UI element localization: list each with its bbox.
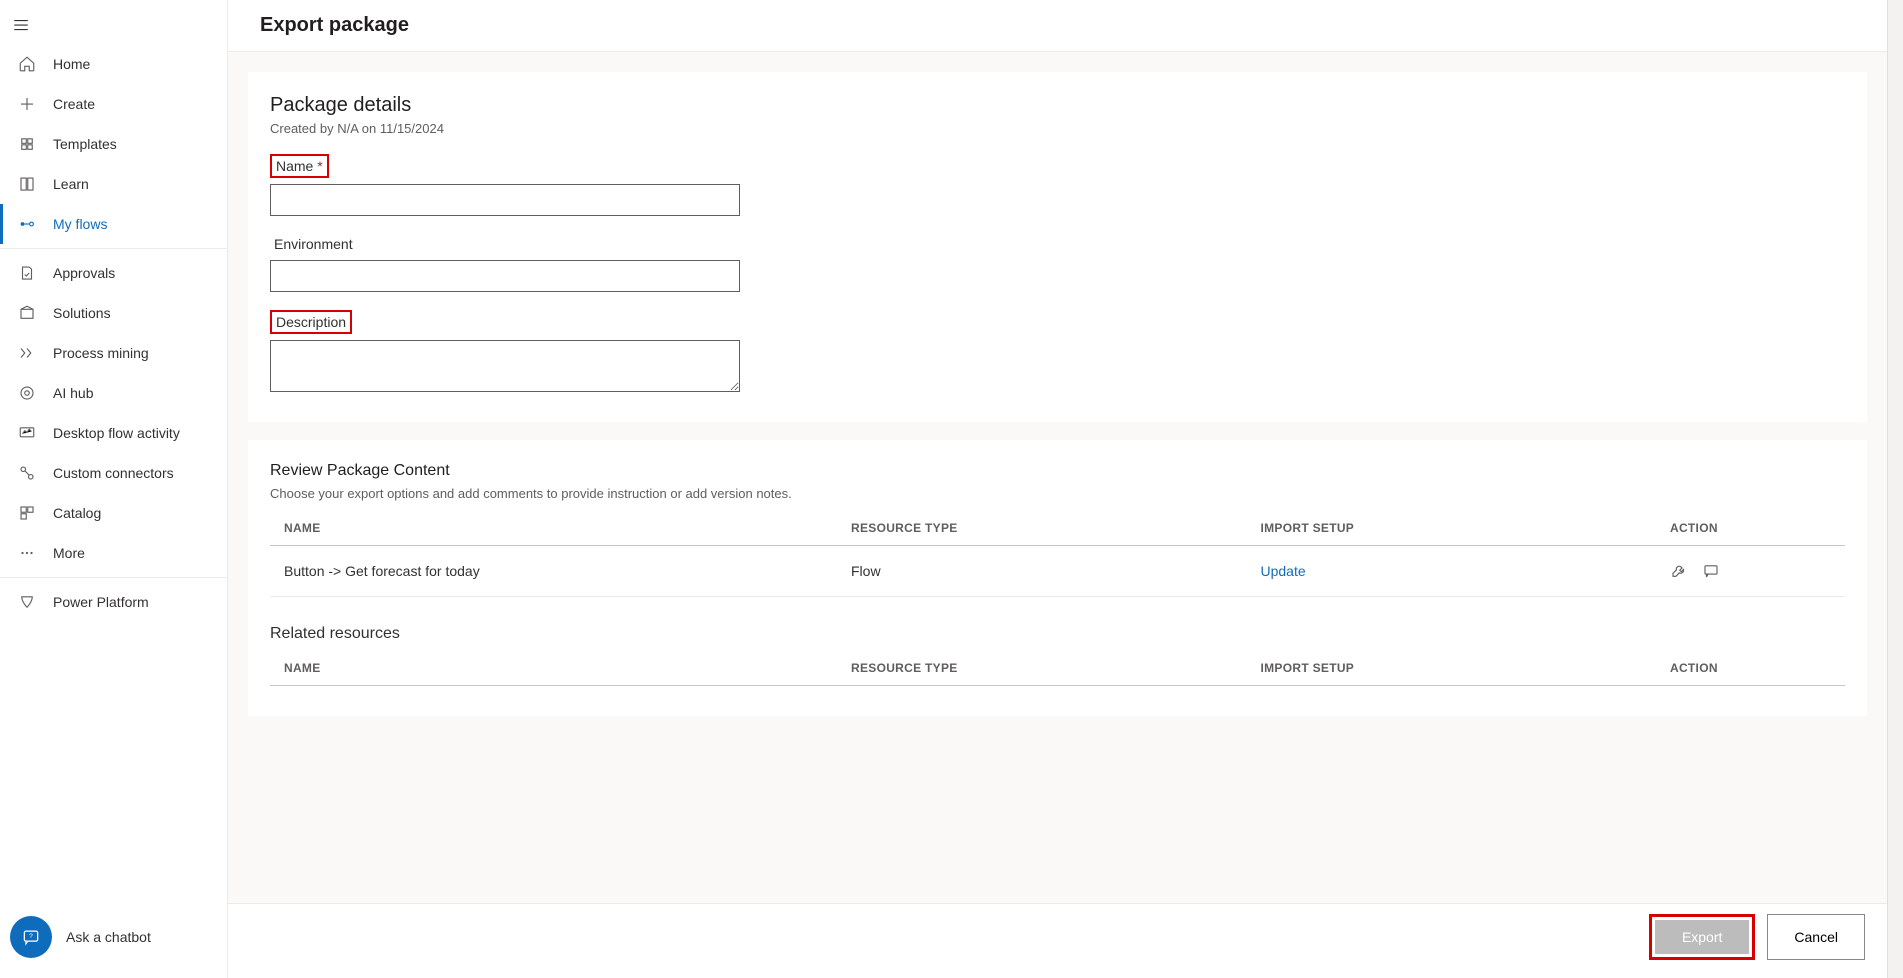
col-import-setup: IMPORT SETUP (1247, 651, 1657, 686)
templates-icon (17, 134, 37, 154)
review-table: NAME RESOURCE TYPE IMPORT SETUP ACTION B… (270, 511, 1845, 597)
catalog-icon (17, 503, 37, 523)
hamburger-menu-button[interactable] (0, 6, 227, 44)
environment-label: Environment (270, 234, 357, 254)
nav-divider (0, 577, 227, 578)
main: Export package Package details Created b… (228, 0, 1887, 978)
sidebar-item-process-mining[interactable]: Process mining (0, 333, 227, 373)
chatbot-button[interactable]: ? (10, 916, 52, 958)
related-table: NAME RESOURCE TYPE IMPORT SETUP ACTION (270, 651, 1845, 686)
sidebar-item-approvals[interactable]: Approvals (0, 253, 227, 293)
process-mining-icon (17, 343, 37, 363)
col-name: NAME (270, 651, 837, 686)
export-button[interactable]: Export (1655, 920, 1749, 954)
connectors-icon (17, 463, 37, 483)
chatbot-icon: ? (21, 927, 41, 947)
col-import-setup: IMPORT SETUP (1247, 511, 1657, 546)
page-title: Export package (228, 0, 1887, 52)
description-label: Description (270, 310, 352, 334)
scrollbar[interactable] (1887, 0, 1903, 978)
power-platform-icon (17, 592, 37, 612)
sidebar-item-solutions[interactable]: Solutions (0, 293, 227, 333)
nav-list: Approvals Solutions Process mining AI hu… (0, 253, 227, 573)
sidebar-item-power-platform[interactable]: Power Platform (0, 582, 227, 622)
col-action: ACTION (1656, 511, 1845, 546)
environment-field-group: Environment (270, 234, 1845, 292)
related-resources-title: Related resources (270, 625, 1845, 643)
sidebar-item-label: Templates (53, 136, 117, 152)
wrench-icon[interactable] (1670, 562, 1688, 580)
chatbot-label: Ask a chatbot (66, 929, 151, 945)
book-icon (17, 174, 37, 194)
flow-icon (17, 214, 37, 234)
ai-hub-icon (17, 383, 37, 403)
hamburger-icon (12, 16, 30, 34)
sidebar-item-label: Process mining (53, 345, 149, 361)
comment-icon[interactable] (1702, 562, 1720, 580)
sidebar-item-label: AI hub (53, 385, 93, 401)
cancel-button[interactable]: Cancel (1767, 914, 1865, 960)
export-button-highlight: Export (1649, 914, 1755, 960)
row-import-link[interactable]: Update (1261, 563, 1306, 579)
sidebar-item-label: Power Platform (53, 594, 149, 610)
sidebar-item-label: Desktop flow activity (53, 425, 180, 441)
chatbot-section: ? Ask a chatbot (0, 900, 227, 978)
sidebar-item-my-flows[interactable]: My flows (0, 204, 227, 244)
review-subtitle: Choose your export options and add comme… (270, 486, 1845, 501)
nav-divider (0, 248, 227, 249)
col-name: NAME (270, 511, 837, 546)
svg-text:?: ? (29, 933, 33, 940)
sidebar-item-desktop-flow-activity[interactable]: Desktop flow activity (0, 413, 227, 453)
nav-list: Power Platform (0, 582, 227, 622)
sidebar-item-label: Solutions (53, 305, 111, 321)
sidebar-item-label: More (53, 545, 85, 561)
sidebar-item-label: Catalog (53, 505, 101, 521)
sidebar-item-label: My flows (53, 216, 107, 232)
sidebar-item-learn[interactable]: Learn (0, 164, 227, 204)
description-field-group: Description (270, 310, 1845, 392)
footer: Export Cancel (228, 903, 1887, 978)
row-type: Flow (837, 546, 1247, 597)
sidebar-item-label: Create (53, 96, 95, 112)
sidebar-item-home[interactable]: Home (0, 44, 227, 84)
environment-input[interactable] (270, 260, 740, 292)
sidebar-item-templates[interactable]: Templates (0, 124, 227, 164)
name-label: Name * (270, 154, 329, 178)
home-icon (17, 54, 37, 74)
row-actions (1670, 562, 1831, 580)
sidebar-item-label: Home (53, 56, 90, 72)
sidebar-item-label: Custom connectors (53, 465, 174, 481)
review-title: Review Package Content (270, 462, 1845, 480)
name-input[interactable] (270, 184, 740, 216)
col-resource-type: RESOURCE TYPE (837, 651, 1247, 686)
package-details-title: Package details (270, 94, 1845, 117)
plus-icon (17, 94, 37, 114)
content: Package details Created by N/A on 11/15/… (228, 52, 1887, 978)
row-name: Button -> Get forecast for today (270, 546, 837, 597)
sidebar-item-ai-hub[interactable]: AI hub (0, 373, 227, 413)
sidebar: Home Create Templates Learn My flows App… (0, 0, 228, 978)
sidebar-item-more[interactable]: More (0, 533, 227, 573)
sidebar-item-create[interactable]: Create (0, 84, 227, 124)
col-action: ACTION (1656, 651, 1845, 686)
desktop-flow-icon (17, 423, 37, 443)
sidebar-item-label: Learn (53, 176, 89, 192)
sidebar-item-catalog[interactable]: Catalog (0, 493, 227, 533)
table-row: Button -> Get forecast for today Flow Up… (270, 546, 1845, 597)
solutions-icon (17, 303, 37, 323)
description-input[interactable] (270, 340, 740, 392)
sidebar-item-label: Approvals (53, 265, 115, 281)
more-icon (17, 543, 37, 563)
nav-list: Home Create Templates Learn My flows (0, 44, 227, 244)
package-details-subtitle: Created by N/A on 11/15/2024 (270, 121, 1845, 136)
sidebar-item-custom-connectors[interactable]: Custom connectors (0, 453, 227, 493)
package-details-card: Package details Created by N/A on 11/15/… (248, 72, 1867, 422)
approvals-icon (17, 263, 37, 283)
review-card: Review Package Content Choose your expor… (248, 440, 1867, 716)
name-field-group: Name * (270, 154, 1845, 216)
col-resource-type: RESOURCE TYPE (837, 511, 1247, 546)
